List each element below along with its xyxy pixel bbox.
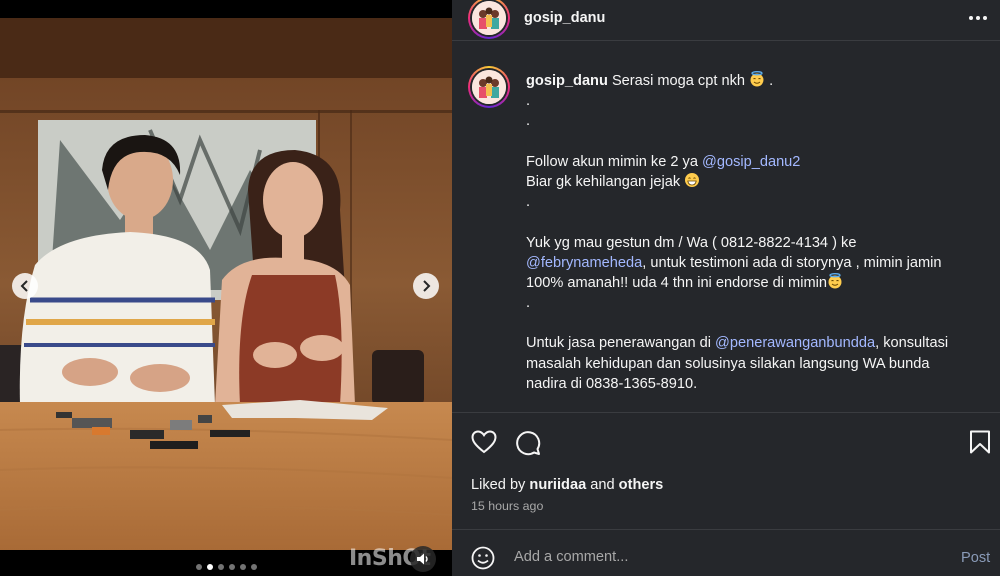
caption-line: Untuk jasa penerawangan di @penerawangan… [526, 333, 986, 353]
caption-line: . [526, 111, 986, 131]
caption-line: Yuk yg mau gestun dm / Wa ( 0812-8822-41… [526, 233, 986, 253]
previous-slide-button[interactable] [12, 273, 38, 299]
caption-text: . [526, 194, 531, 211]
caption-divider [452, 412, 1000, 413]
caption-line: 100% amanah!! uda 4 thn ini endorse di m… [526, 272, 986, 293]
carousel-indicator [196, 564, 257, 570]
more-horizontal-icon [969, 16, 987, 20]
caption-avatar[interactable] [468, 66, 510, 108]
caption-line: . [526, 293, 986, 313]
caption-mention-link[interactable]: @penerawanganbundda [715, 335, 875, 351]
sound-icon [417, 553, 428, 565]
liked-by-prefix: Liked by [471, 477, 526, 493]
caption-line: . [526, 192, 986, 212]
comment-bar: Post [452, 538, 1000, 576]
comment-divider [452, 529, 1000, 530]
liked-by-summary: Liked by nuriidaa and others [471, 477, 663, 493]
carousel-dot [196, 564, 202, 570]
caption-line: Biar gk kehilangan jejak [526, 172, 986, 192]
liked-by-middle: and [590, 477, 615, 493]
post-media[interactable]: InShOt [0, 0, 452, 576]
caption-text: . [526, 295, 531, 312]
post-caption: gosip_danu Serasi moga cpt nkh . .. Follo… [526, 71, 986, 394]
caption-text: Biar gk kehilangan jejak [526, 173, 685, 190]
carousel-dot [218, 564, 224, 570]
chevron-right-icon [423, 280, 431, 292]
caption-mention-link[interactable]: @gosip_danu2 [702, 154, 800, 170]
caption-line: masalah kehidupan dan solusinya silakan … [526, 354, 986, 374]
caption-body: .. Follow akun mimin ke 2 ya @gosip_danu2… [526, 91, 986, 394]
post-actions [452, 428, 1000, 458]
caption-line [526, 313, 986, 333]
carousel-dot [240, 564, 246, 570]
liked-by-user[interactable]: nuriidaa [529, 477, 586, 493]
comment-input[interactable] [514, 549, 934, 565]
avatar-image [472, 1, 506, 35]
comment-button[interactable] [515, 430, 541, 461]
caption-username[interactable]: gosip_danu [526, 73, 608, 89]
emoji-picker-button[interactable] [471, 546, 495, 575]
caption-line: Follow akun mimin ke 2 ya @gosip_danu2 [526, 152, 986, 172]
caption-text: . [526, 93, 531, 110]
bookmark-icon [970, 430, 990, 454]
caption-text: Serasi moga cpt nkh [611, 73, 745, 89]
avatar-image [472, 70, 506, 104]
save-button[interactable] [969, 430, 991, 459]
post-timestamp[interactable]: 15 hours ago [471, 499, 543, 513]
post-header: gosip_danu [452, 0, 1000, 40]
caption-line: @febrynameheda, untuk testimoni ada di s… [526, 253, 986, 273]
sound-toggle-button[interactable] [410, 546, 436, 572]
post-image [0, 0, 452, 576]
caption-first-line: gosip_danu Serasi moga cpt nkh . [526, 71, 986, 91]
caption-text: nadira di 0838-1365-8910. [526, 375, 698, 392]
caption-line [526, 132, 986, 152]
caption-mention-link[interactable]: @febrynameheda [526, 255, 642, 271]
carousel-dot-active [207, 564, 213, 570]
chevron-left-icon [20, 280, 28, 292]
caption-text: masalah kehidupan dan solusinya silakan … [526, 355, 930, 372]
next-slide-button[interactable] [413, 273, 439, 299]
liked-by-others[interactable]: others [619, 477, 664, 493]
smiling-face-with-halo-icon [750, 71, 764, 87]
emoji-smiley-icon [471, 546, 495, 570]
caption-period: . [769, 73, 774, 89]
caption-text: , konsultasi [875, 335, 949, 352]
header-divider [452, 40, 1000, 41]
post-comment-button[interactable]: Post [961, 550, 990, 566]
caption-line: . [526, 91, 986, 111]
caption-text: 100% amanah!! uda 4 thn ini endorse di m… [526, 274, 827, 291]
post-author-username[interactable]: gosip_danu [524, 10, 605, 26]
heart-icon [471, 430, 497, 454]
smiling-face-with-halo-icon [828, 272, 842, 289]
caption-line: nadira di 0838-1365-8910. [526, 374, 986, 394]
caption-text: . [526, 113, 531, 130]
caption-text: Untuk jasa penerawangan di [526, 335, 716, 352]
grinning-face-icon [685, 172, 700, 187]
caption-line [526, 212, 986, 232]
carousel-dot [229, 564, 235, 570]
avatar[interactable] [468, 0, 510, 39]
caption-text: Follow akun mimin ke 2 ya [526, 153, 703, 170]
comment-icon [516, 431, 541, 456]
more-options-button[interactable] [966, 6, 990, 30]
caption-text: Yuk yg mau gestun dm / Wa ( 0812-8822-41… [526, 234, 857, 251]
post-details-panel: gosip_danu gosip_danu Serasi moga cpt nk… [452, 0, 1000, 576]
caption-text: , untuk testimoni ada di storynya , mimi… [642, 254, 942, 271]
carousel-dot [251, 564, 257, 570]
like-button[interactable] [471, 430, 497, 459]
